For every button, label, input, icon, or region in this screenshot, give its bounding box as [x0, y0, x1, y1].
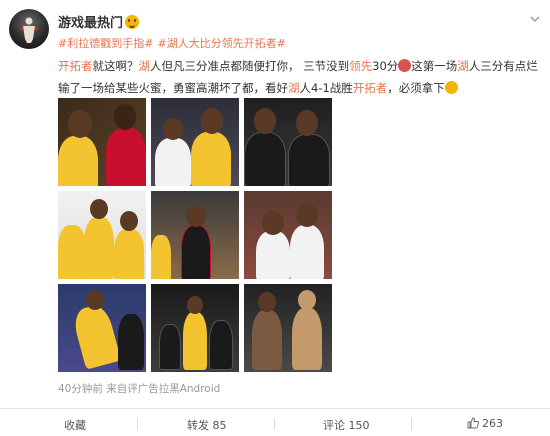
photo-blazers-court[interactable]: [151, 191, 239, 279]
link-lakers[interactable]: 湖: [288, 81, 300, 95]
post-source: 评广告拉黑Android: [127, 383, 221, 395]
text-segment: 人但凡三分准点都随便打你， 三节没到: [150, 59, 350, 73]
smile-emoji-icon: [444, 81, 458, 94]
link-lead[interactable]: 领先: [349, 59, 372, 73]
post-meta: 40分钟前 来自评广告拉黑Android: [58, 381, 220, 396]
text-segment: 30分: [372, 59, 399, 73]
link-blazers[interactable]: 开拓者: [58, 59, 93, 73]
text-segment: 这第一场: [411, 59, 458, 73]
laugh-emoji-icon: [125, 15, 140, 29]
hashtag-link[interactable]: #湖人大比分领先开拓者#: [157, 37, 285, 50]
photo-lakers-drive[interactable]: [58, 284, 146, 372]
photo-lakers-bench[interactable]: [58, 191, 146, 279]
repost-button[interactable]: 转发 85: [187, 417, 227, 433]
post-text-line-1: 开拓者就这啊？湖人但凡三分准点都随便打你， 三节没到领先30分 这第一场湖人三分有…: [58, 55, 540, 77]
photo-lillard-davis[interactable]: [151, 98, 239, 186]
like-button[interactable]: 263: [467, 417, 503, 430]
link-lakers[interactable]: 湖: [139, 59, 151, 73]
avatar[interactable]: [9, 9, 49, 49]
hashtag-row: #利拉德戳到手指# #湖人大比分领先开拓者#: [58, 35, 290, 51]
photo-lillard-mccollum[interactable]: [244, 191, 332, 279]
action-bar-divider: [0, 408, 550, 409]
text-segment: 人三分有点烂: [468, 59, 538, 73]
photo-blazers-players[interactable]: [244, 98, 332, 186]
post-text-line-2: 输了一场给某些火蜜，勇蜜高潮坏了都，看好湖人4-1战胜开拓者，必须拿下: [58, 77, 540, 99]
link-blazers[interactable]: 开拓者: [353, 81, 388, 95]
username[interactable]: 游戏最热门: [58, 12, 140, 31]
angry-emoji-icon: [398, 59, 412, 72]
divider: [274, 418, 275, 430]
photo-game-action[interactable]: [151, 284, 239, 372]
divider: [137, 418, 138, 430]
photo-boxing-match[interactable]: [244, 284, 332, 372]
chevron-down-icon[interactable]: [530, 14, 540, 24]
text-segment: 人4-1战胜: [299, 81, 353, 95]
post-time: 40分钟前: [58, 383, 103, 395]
post-source-prefix: 来自: [106, 383, 128, 395]
text-segment: ，必须拿下: [387, 81, 445, 95]
photo-lebron-vs-blazers[interactable]: [58, 98, 146, 186]
text-segment: 就这啊？: [92, 59, 139, 73]
post-text: 开拓者就这啊？湖人但凡三分准点都随便打你， 三节没到领先30分 这第一场湖人三分有…: [58, 55, 540, 99]
text-segment: 输了一场给某些火蜜，勇蜜高潮坏了都，看好: [58, 81, 288, 95]
thumbs-up-icon: [467, 417, 479, 429]
link-lakers[interactable]: 湖: [457, 59, 469, 73]
divider: [411, 418, 412, 430]
favorite-button[interactable]: 收藏: [64, 417, 86, 433]
comment-button[interactable]: 评论 150: [323, 417, 370, 433]
avatar-figure-icon: [20, 17, 38, 43]
hashtag-link[interactable]: #利拉德戳到手指#: [58, 37, 153, 50]
